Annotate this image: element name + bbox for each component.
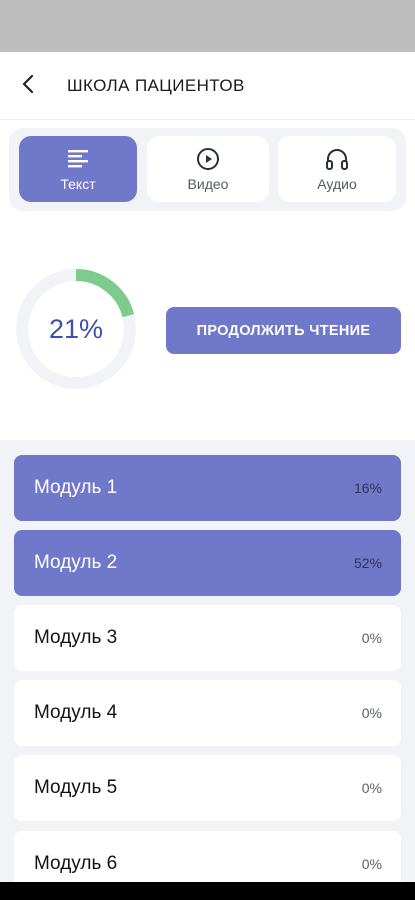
tab-video[interactable]: Видео xyxy=(147,136,269,202)
module-percent: 16% xyxy=(353,480,382,496)
module-item-2[interactable]: Модуль 2 52% xyxy=(14,530,401,596)
continue-reading-button[interactable]: ПРОДОЛЖИТЬ ЧТЕНИЕ xyxy=(166,307,401,354)
module-name: Модуль 5 xyxy=(34,777,118,798)
page-title: ШКОЛА ПАЦИЕНТОВ xyxy=(67,76,245,95)
back-button[interactable] xyxy=(14,72,42,100)
module-percent: 52% xyxy=(353,555,382,571)
module-item-1[interactable]: Модуль 1 16% xyxy=(14,455,401,521)
tab-audio-label: Аудио xyxy=(317,176,357,192)
status-bar xyxy=(0,0,415,52)
module-percent: 0% xyxy=(361,856,382,872)
app-header: ШКОЛА ПАЦИЕНТОВ xyxy=(0,52,415,120)
module-name: Модуль 3 xyxy=(34,627,118,648)
module-percent: 0% xyxy=(361,780,382,796)
module-percent: 0% xyxy=(361,705,382,721)
system-nav-bar xyxy=(0,882,415,900)
progress-percent: 21% xyxy=(48,313,104,344)
tab-text-label: Текст xyxy=(60,176,96,192)
module-percent: 0% xyxy=(361,630,382,646)
module-item-4[interactable]: Модуль 4 0% xyxy=(14,680,401,746)
modules-list: Модуль 1 16% Модуль 2 52% Модуль 3 0% Мо… xyxy=(0,440,415,900)
chevron-left-icon xyxy=(21,74,35,99)
text-lines-icon xyxy=(65,146,91,172)
headphones-icon xyxy=(324,146,350,172)
content-type-tabs: Текст Видео Аудио xyxy=(9,128,406,211)
tab-text[interactable]: Текст xyxy=(19,136,137,202)
play-circle-icon xyxy=(195,146,221,172)
module-item-5[interactable]: Модуль 5 0% xyxy=(14,755,401,821)
tab-audio[interactable]: Аудио xyxy=(278,136,396,202)
module-item-3[interactable]: Модуль 3 0% xyxy=(14,605,401,671)
module-name: Модуль 6 xyxy=(34,853,118,874)
module-name: Модуль 1 xyxy=(34,477,118,498)
progress-ring: 21% xyxy=(15,268,137,390)
progress-section: 21% ПРОДОЛЖИТЬ ЧТЕНИЕ xyxy=(0,212,415,440)
tab-video-label: Видео xyxy=(187,176,229,192)
module-name: Модуль 4 xyxy=(34,702,118,723)
module-name: Модуль 2 xyxy=(34,552,118,573)
